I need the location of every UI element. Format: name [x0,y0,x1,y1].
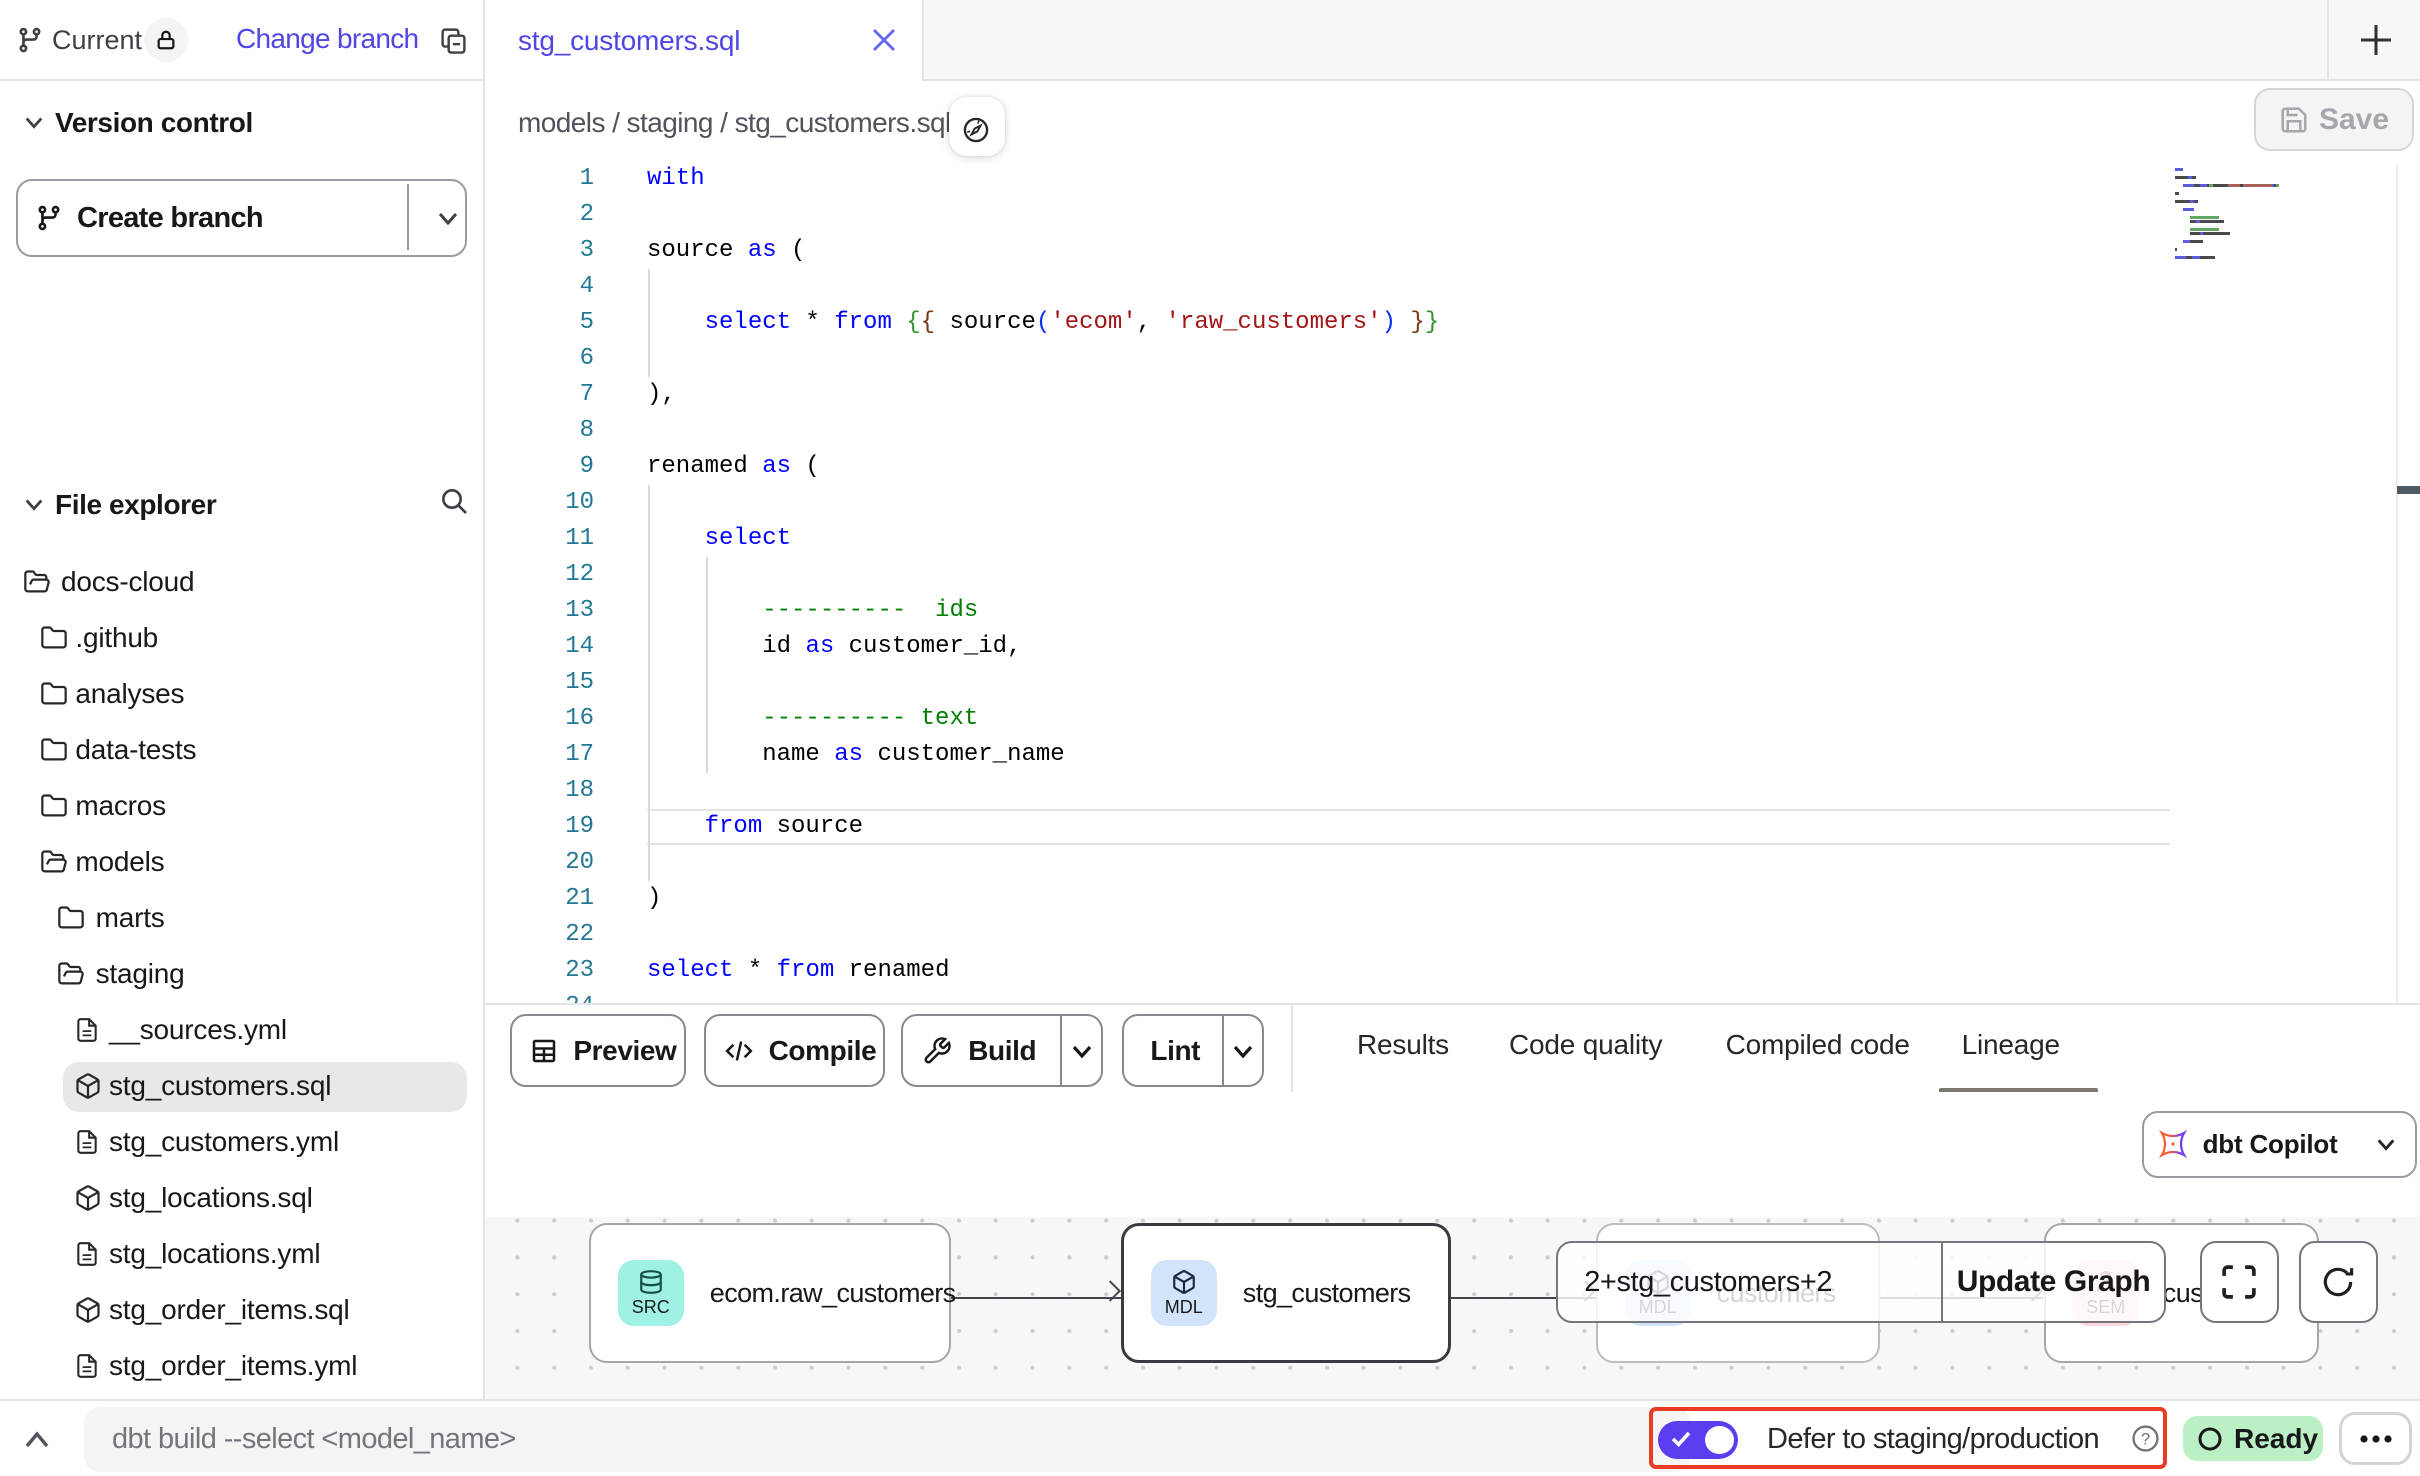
svg-text:?: ? [2141,1431,2150,1449]
